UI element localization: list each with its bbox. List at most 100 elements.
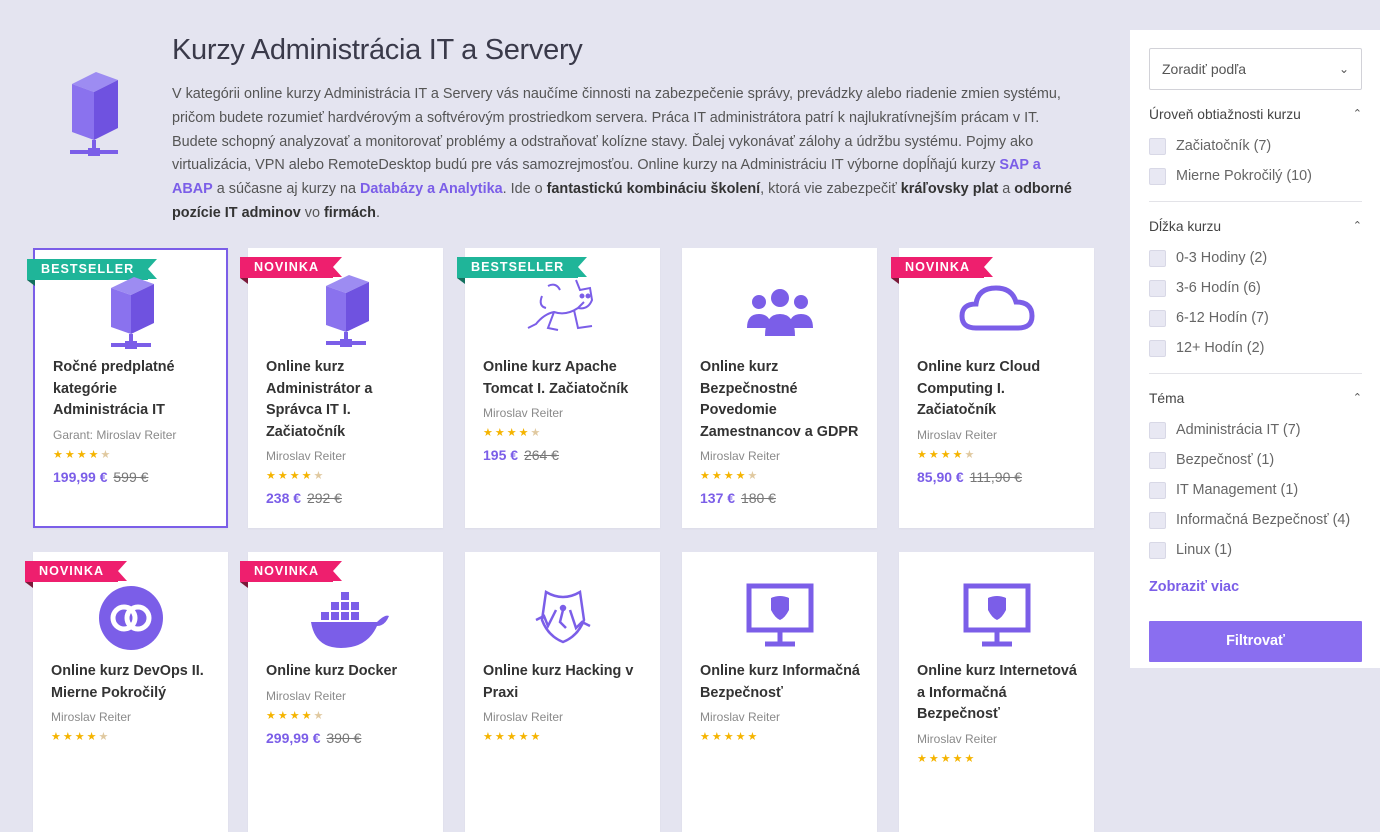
people-icon	[735, 266, 825, 356]
course-author: Miroslav Reiter	[700, 710, 781, 724]
filter-options: Začiatočník (7) Mierne Pokročilý (10)	[1149, 131, 1362, 191]
course-author: Miroslav Reiter	[483, 710, 564, 724]
course-title[interactable]: Online kurz Docker	[266, 661, 431, 683]
old-price: 599 €	[113, 468, 149, 485]
checkbox[interactable]	[1149, 249, 1166, 267]
current-price: 238 €	[266, 490, 302, 506]
checkbox[interactable]	[1149, 279, 1166, 297]
filter-option-label: Administrácia IT (7)	[1176, 422, 1301, 438]
checkbox[interactable]	[1149, 451, 1166, 469]
filter-option-label: 0-3 Hodiny (2)	[1176, 250, 1268, 266]
old-price: 390 €	[326, 729, 362, 746]
course-price: 199,99 € 599 €	[53, 469, 214, 485]
course-title[interactable]: Online kurz Cloud Computing I. Začiatočn…	[917, 357, 1082, 422]
course-title[interactable]: Online kurz Bezpečnostné Povedomie Zames…	[700, 357, 865, 443]
chevron-up-icon[interactable]: ⌃	[1353, 107, 1362, 120]
filter-section: Úroveň obtiažnosti kurzu ⌃ Začiatočník (7)…	[1149, 107, 1362, 202]
filter-sidebar: Zoradiť podľa ⌄ Úroveň obtiažnosti kurzu…	[1130, 30, 1380, 668]
checkbox[interactable]	[1149, 511, 1166, 529]
checkbox[interactable]	[1149, 309, 1166, 327]
filter-option[interactable]: 3-6 Hodín (6)	[1149, 273, 1362, 303]
course-card[interactable]: BESTSELLER Ročné predplatné kategórie Adm…	[27, 248, 228, 528]
filter-option[interactable]: Administrácia IT (7)	[1149, 415, 1362, 445]
filter-section-title: Dĺžka kurzu	[1149, 219, 1222, 234]
filter-option[interactable]: IT Management (1)	[1149, 475, 1362, 505]
course-title[interactable]: Online kurz Informačná Bezpečnosť	[700, 661, 865, 704]
filter-option[interactable]: Mierne Pokročilý (10)	[1149, 161, 1362, 191]
filter-option[interactable]: 12+ Hodín (2)	[1149, 333, 1362, 363]
devops-icon	[86, 570, 176, 660]
filter-options: 0-3 Hodiny (2) 3-6 Hodín (6) 6-12 Hodín (7…	[1149, 243, 1362, 363]
old-price: 111,90 €	[969, 468, 1023, 485]
filter-option[interactable]: Bezpečnosť (1)	[1149, 445, 1362, 475]
rating-stars: ★★★★★	[917, 448, 977, 461]
course-author: Miroslav Reiter	[266, 449, 347, 463]
course-card[interactable]: Online kurz Internetová a Informačná Bez…	[899, 552, 1094, 832]
chevron-up-icon[interactable]: ⌃	[1353, 391, 1362, 404]
chevron-up-icon[interactable]: ⌃	[1353, 219, 1362, 232]
filter-option-label: 6-12 Hodín (7)	[1176, 310, 1269, 326]
filter-option-label: Mierne Pokročilý (10)	[1176, 168, 1312, 184]
course-author: Miroslav Reiter	[700, 449, 781, 463]
current-price: 85,90 €	[917, 468, 964, 485]
rating-stars: ★★★★★	[700, 470, 760, 482]
filter-section: Dĺžka kurzu ⌃ 0-3 Hodiny (2) 3-6 Hodín (6) 6…	[1149, 219, 1362, 374]
current-price: 199,99 €	[53, 468, 108, 485]
checkbox[interactable]	[1149, 339, 1166, 357]
current-price: 299,99 €	[266, 729, 321, 746]
sort-select-value: Zoradiť podľa	[1162, 61, 1247, 77]
filter-options: Administrácia IT (7) Bezpečnosť (1) IT Man…	[1149, 415, 1362, 565]
course-author: Miroslav Reiter	[917, 427, 998, 442]
hacking-shield-icon	[518, 570, 608, 660]
sort-select[interactable]: Zoradiť podľa ⌄	[1149, 48, 1362, 90]
course-card[interactable]: NOVINKA Online kurz DevOps II. Mierne Pok…	[25, 552, 228, 832]
course-title[interactable]: Online kurz DevOps II. Mierne Pokročilý	[51, 661, 216, 704]
docker-icon	[301, 570, 391, 660]
course-title[interactable]: Online kurz Administrátor a Správca IT I…	[266, 357, 431, 443]
filter-option-label: Linux (1)	[1176, 542, 1232, 558]
cloud-icon	[952, 266, 1042, 356]
course-title[interactable]: Online kurz Apache Tomcat I. Začiatočník	[483, 357, 648, 400]
course-card[interactable]: NOVINKA Online kurz Docker Miroslav Reiter…	[240, 552, 443, 832]
filter-section-title: Úroveň obtiažnosti kurzu	[1149, 107, 1301, 122]
checkbox[interactable]	[1149, 541, 1166, 559]
filter-section-header[interactable]: Dĺžka kurzu ⌃	[1149, 219, 1362, 237]
course-title[interactable]: Ročné predplatné kategórie Administrácia…	[53, 357, 214, 422]
current-price: 137 €	[700, 490, 736, 506]
course-card[interactable]: NOVINKA Online kurz Administrátor a Správ…	[240, 248, 443, 528]
rating-stars: ★★★★★	[53, 448, 113, 461]
filter-section-header[interactable]: Téma ⌃	[1149, 391, 1362, 409]
filter-option[interactable]: 6-12 Hodín (7)	[1149, 303, 1362, 333]
show-more-link[interactable]: Zobraziť viac	[1149, 579, 1362, 595]
old-price: 180 €	[740, 490, 776, 506]
course-title[interactable]: Online kurz Internetová a Informačná Bez…	[917, 661, 1082, 726]
rating-stars: ★★★★★	[917, 752, 977, 765]
checkbox[interactable]	[1149, 167, 1166, 185]
course-card[interactable]: BESTSELLER Online kurz Apache Tomcat I. Z…	[457, 248, 660, 528]
checkbox[interactable]	[1149, 421, 1166, 439]
filter-section-header[interactable]: Úroveň obtiažnosti kurzu ⌃	[1149, 107, 1362, 125]
filter-option-label: IT Management (1)	[1176, 482, 1299, 498]
rating-stars: ★★★★★	[700, 731, 760, 743]
course-card[interactable]: Online kurz Bezpečnostné Povedomie Zames…	[682, 248, 877, 528]
filter-section-title: Téma	[1149, 391, 1185, 406]
course-title[interactable]: Online kurz Hacking v Praxi	[483, 661, 648, 704]
monitor-shield-icon	[952, 570, 1042, 660]
checkbox[interactable]	[1149, 137, 1166, 155]
course-card[interactable]: Online kurz Informačná Bezpečnosť Mirosla…	[682, 552, 877, 832]
server-icon	[301, 266, 391, 356]
checkbox[interactable]	[1149, 481, 1166, 499]
filter-option[interactable]: Informačná Bezpečnosť (4)	[1149, 505, 1362, 535]
filter-option[interactable]: 0-3 Hodiny (2)	[1149, 243, 1362, 273]
filter-option[interactable]: Linux (1)	[1149, 535, 1362, 565]
course-price: 299,99 € 390 €	[266, 730, 431, 746]
rating-stars: ★★★★★	[483, 427, 543, 439]
course-card[interactable]: Online kurz Hacking v Praxi Miroslav Reit…	[465, 552, 660, 832]
filter-button[interactable]: Filtrovať	[1149, 621, 1362, 662]
filter-option[interactable]: Začiatočník (7)	[1149, 131, 1362, 161]
filter-option-label: Informačná Bezpečnosť (4)	[1176, 512, 1351, 528]
filter-sections: Úroveň obtiažnosti kurzu ⌃ Začiatočník (7)…	[1149, 107, 1362, 575]
course-card[interactable]: NOVINKA Online kurz Cloud Computing I. Za…	[891, 248, 1094, 528]
old-price: 264 €	[523, 447, 559, 463]
course-price: 238 € 292 €	[266, 490, 431, 506]
